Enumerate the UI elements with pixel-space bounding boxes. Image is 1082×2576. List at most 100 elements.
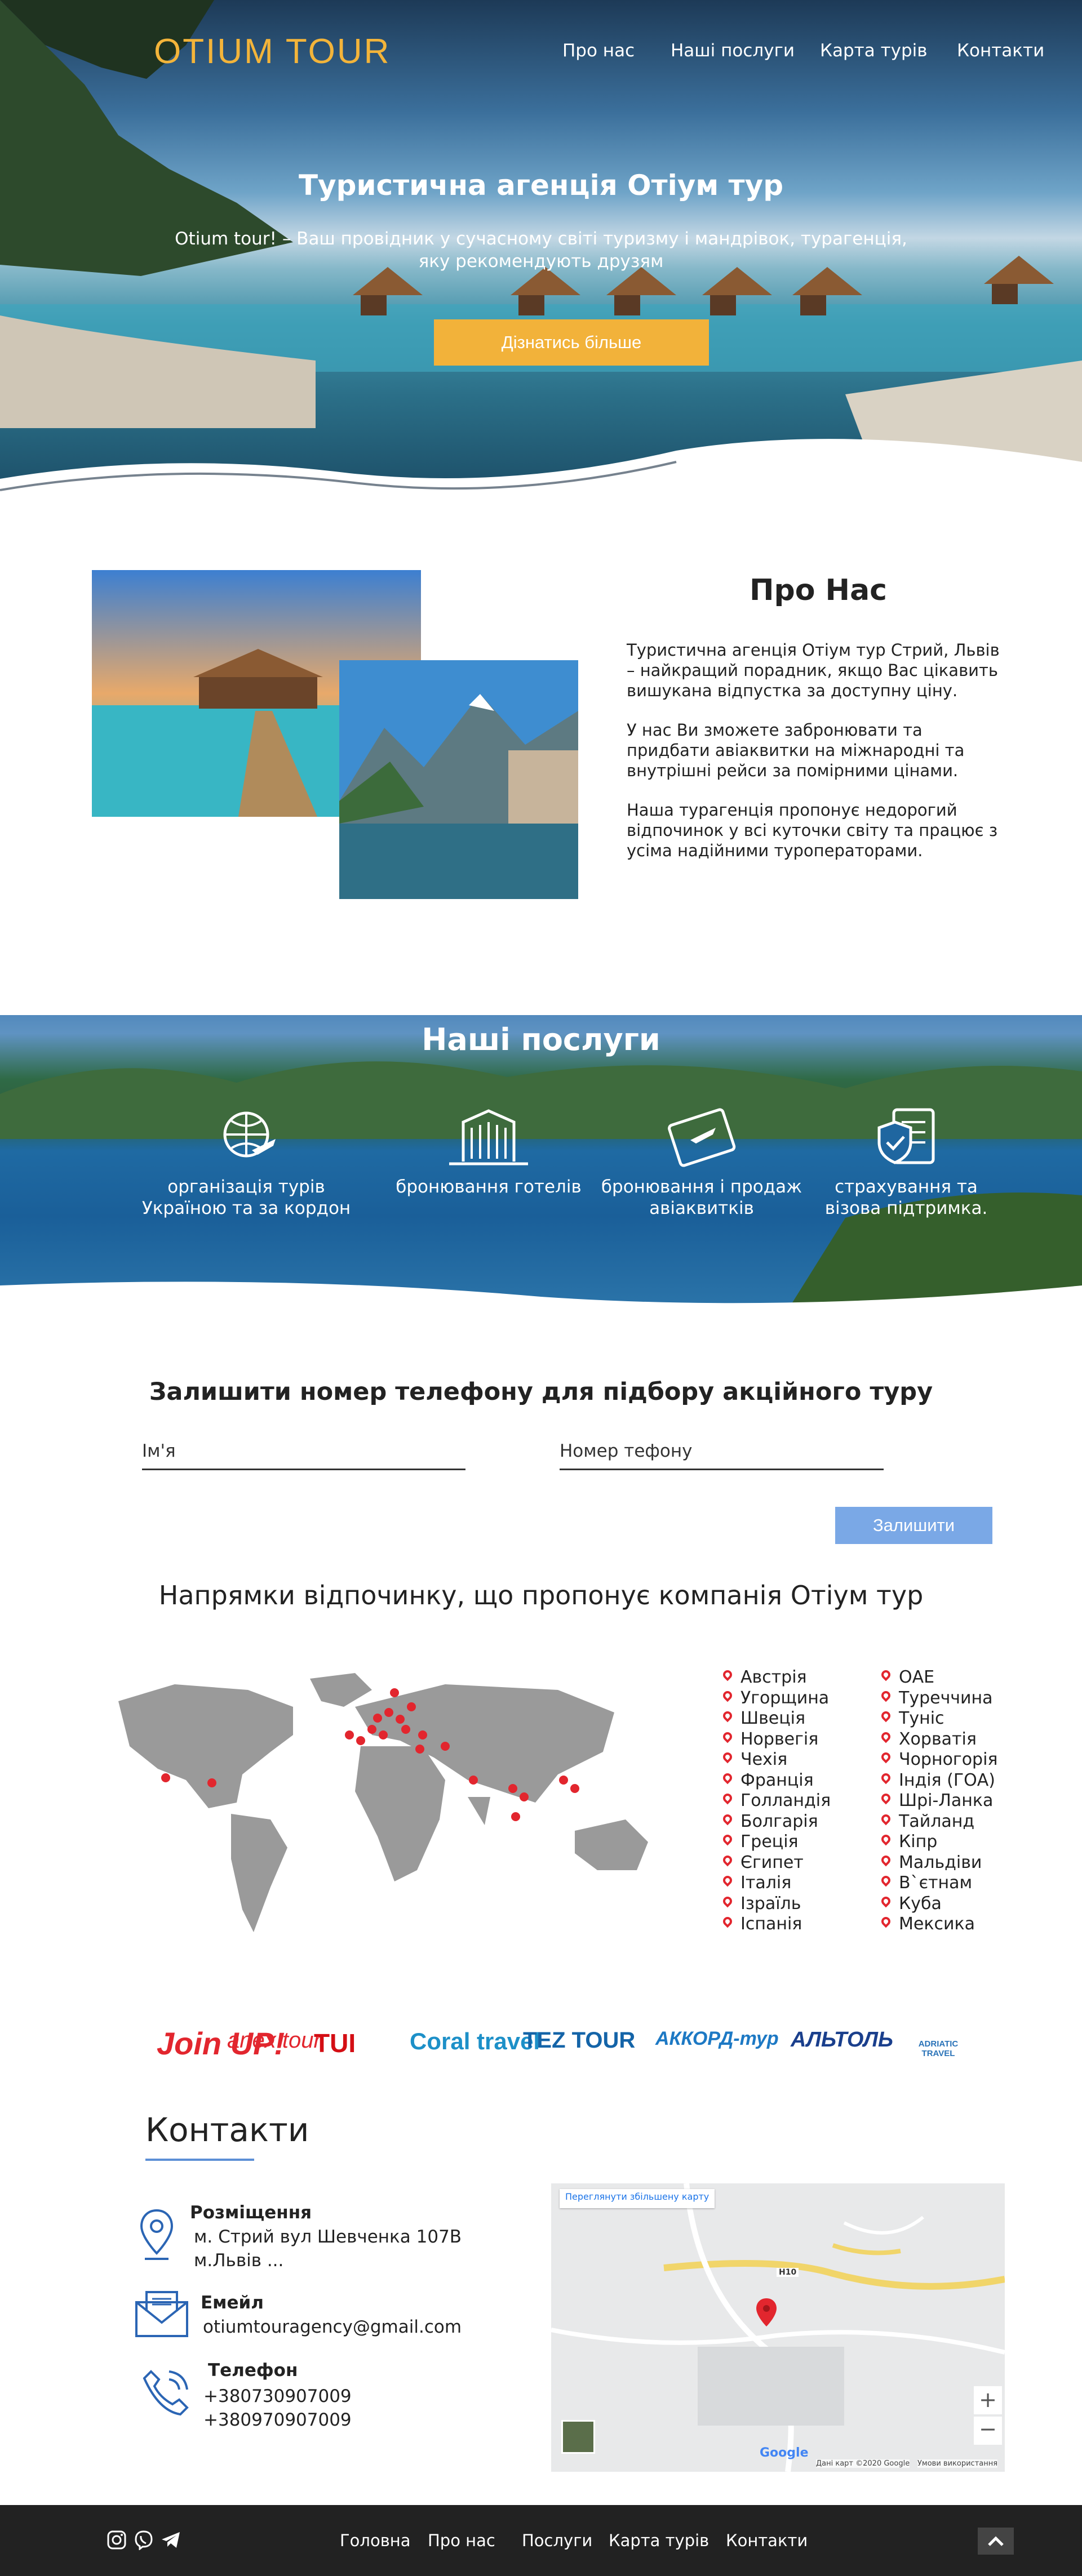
map-pin-icon: [881, 1691, 891, 1706]
partner-logo: ADRIATIC TRAVEL: [918, 2039, 959, 2058]
map-pin-icon: [881, 1835, 891, 1849]
nav-link-services[interactable]: Наші послуги: [671, 41, 795, 61]
footer-link-contacts[interactable]: Контакти: [726, 2531, 808, 2550]
phone-number[interactable]: +380970907009: [203, 2408, 352, 2432]
footer-link-home[interactable]: Головна: [340, 2531, 411, 2550]
zoom-in-button[interactable]: +: [974, 2386, 1002, 2414]
phone-icon: [143, 2370, 189, 2416]
destination-item: Хорватія: [881, 1729, 997, 1750]
footer-link-about[interactable]: Про нас: [428, 2531, 495, 2550]
hero-title: Туристична агенція Отіум тур: [298, 169, 784, 202]
destination-item: Норвегія: [722, 1729, 831, 1750]
telegram-icon[interactable]: [161, 2530, 181, 2550]
destination-item: Туніс: [881, 1709, 997, 1729]
destination-item: Єгипет: [722, 1853, 831, 1874]
map-pin-icon: [881, 1711, 891, 1726]
map-roads: [551, 2183, 1005, 2472]
hero-subtitle-line: Otium tour! – Ваш провідник у сучасному …: [175, 229, 907, 249]
plane-ticket-icon: [668, 1108, 736, 1167]
globe-plane-icon: [223, 1111, 276, 1158]
zoom-out-button[interactable]: −: [974, 2417, 1002, 2445]
email-link[interactable]: otiumtouragency@gmail.com: [203, 2315, 462, 2339]
map-pin-icon: [881, 1670, 891, 1685]
instagram-icon[interactable]: [107, 2530, 127, 2550]
viber-icon[interactable]: [134, 2530, 154, 2550]
location-line: м. Стрий вул Шевченка 107В: [194, 2227, 462, 2247]
envelope-icon: [135, 2291, 188, 2337]
service-label: Україною та за кордон: [141, 1198, 351, 1218]
map-marker-icon[interactable]: [755, 2297, 778, 2328]
contacts-title-underline: [145, 2159, 254, 2161]
contacts-title: Контакти: [145, 2111, 309, 2149]
destination-item: ОАЕ: [881, 1667, 997, 1688]
destination-item: Австрія: [722, 1667, 831, 1688]
map-pin-icon: [722, 1773, 733, 1788]
destinations-col-1: Австрія Угорщина Швеція Норвегія Чехія Ф…: [722, 1667, 831, 1935]
services-title: Наші послуги: [422, 1022, 660, 1057]
destinations-col-2: ОАЕ Туреччина Туніс Хорватія Чорногорія …: [881, 1667, 997, 1935]
nav-link-tour-map[interactable]: Карта турів: [820, 41, 928, 61]
map-pin-icon: [722, 1794, 733, 1808]
phone-label: Телефон: [208, 2360, 298, 2381]
partner-logo: АЛЬТОЛЬ: [791, 2028, 893, 2052]
map-pin-icon: [722, 1856, 733, 1870]
hero-section: OTIUM TOUR Про нас Наші послуги Карта ту…: [0, 0, 1082, 507]
map-attribution: Дані карт ©2020 Google: [816, 2459, 910, 2468]
destination-item: Чорногорія: [881, 1750, 997, 1770]
map-terms-link[interactable]: Умови використання: [917, 2459, 998, 2468]
destination-item: Тайланд: [881, 1812, 997, 1832]
map-pin-icon: [722, 1732, 733, 1747]
overwater-bungalow: [984, 256, 1054, 304]
phone-number[interactable]: +380730907009: [203, 2384, 352, 2408]
destination-item: Індія (ГОА): [881, 1770, 997, 1791]
map-pin-icon: [881, 1917, 891, 1932]
phone-field[interactable]: Номер тефону: [560, 1434, 884, 1470]
submit-button[interactable]: Залишити: [835, 1507, 992, 1544]
map-pin-icon: [881, 1773, 891, 1788]
overwater-bungalow: [511, 267, 580, 315]
service-label: організація турів: [167, 1177, 325, 1197]
logo[interactable]: OTIUM TOUR: [154, 32, 391, 72]
hotel-building-icon: [449, 1109, 528, 1165]
about-title: Про Нас: [749, 573, 887, 607]
enlarge-map-link[interactable]: Переглянути збільшену карту: [560, 2189, 715, 2208]
wave-divider: [0, 439, 1082, 507]
scroll-to-top-button[interactable]: [978, 2528, 1014, 2555]
map-pin-icon: [722, 1691, 733, 1706]
embedded-map[interactable]: Переглянути збільшену карту H10 + − Goog…: [551, 2183, 1005, 2472]
road-label: H10: [777, 2268, 799, 2277]
map-pin-icon: [722, 1876, 733, 1890]
destination-item: Греція: [722, 1832, 831, 1853]
learn-more-button[interactable]: Дізнатись більше: [434, 319, 709, 366]
partner-logo: АККОРД-тур: [655, 2028, 779, 2049]
name-field[interactable]: Ім'я: [142, 1434, 465, 1470]
hero-subtitle: Otium tour! – Ваш провідник у сучасному …: [0, 228, 1082, 273]
map-pin-icon: [722, 1835, 733, 1849]
footer: Головна Про нас Послуги Карта турів Конт…: [0, 2505, 1082, 2576]
nav-link-about[interactable]: Про нас: [562, 41, 635, 61]
destination-item: Іспанія: [722, 1914, 831, 1935]
map-pin-icon: [722, 1814, 733, 1829]
destination-item: Італія: [722, 1873, 831, 1894]
about-paragraph: Наша турагенція пропонує недорогий відпо…: [627, 800, 998, 860]
partner-logo: TUI: [314, 2028, 356, 2058]
map-pin-icon: [722, 1897, 733, 1911]
footer-link-tour-map[interactable]: Карта турів: [609, 2531, 709, 2550]
map-pin-icon: [722, 1917, 733, 1932]
satellite-toggle[interactable]: [561, 2420, 595, 2454]
map-pin-icon: [722, 1670, 733, 1685]
location-line: м.Львів ...: [194, 2250, 284, 2271]
services-section: Наші послуги організація турів Україною …: [0, 981, 1082, 1308]
google-logo: Google: [760, 2446, 809, 2460]
overwater-bungalow: [792, 267, 862, 315]
overwater-bungalow: [702, 267, 772, 315]
nav-link-contacts[interactable]: Контакти: [957, 41, 1044, 61]
service-flights: бронювання і продаж авіаквитків: [595, 1105, 809, 1219]
destination-item: Франція: [722, 1770, 831, 1791]
service-hotels: бронювання готелів: [382, 1105, 596, 1198]
footer-link-services[interactable]: Послуги: [522, 2531, 592, 2550]
service-label: бронювання готелів: [396, 1177, 582, 1197]
map-pin-icon: [881, 1732, 891, 1747]
partner-logo: anex tour: [227, 2028, 321, 2053]
destination-item: Туреччина: [881, 1688, 997, 1709]
